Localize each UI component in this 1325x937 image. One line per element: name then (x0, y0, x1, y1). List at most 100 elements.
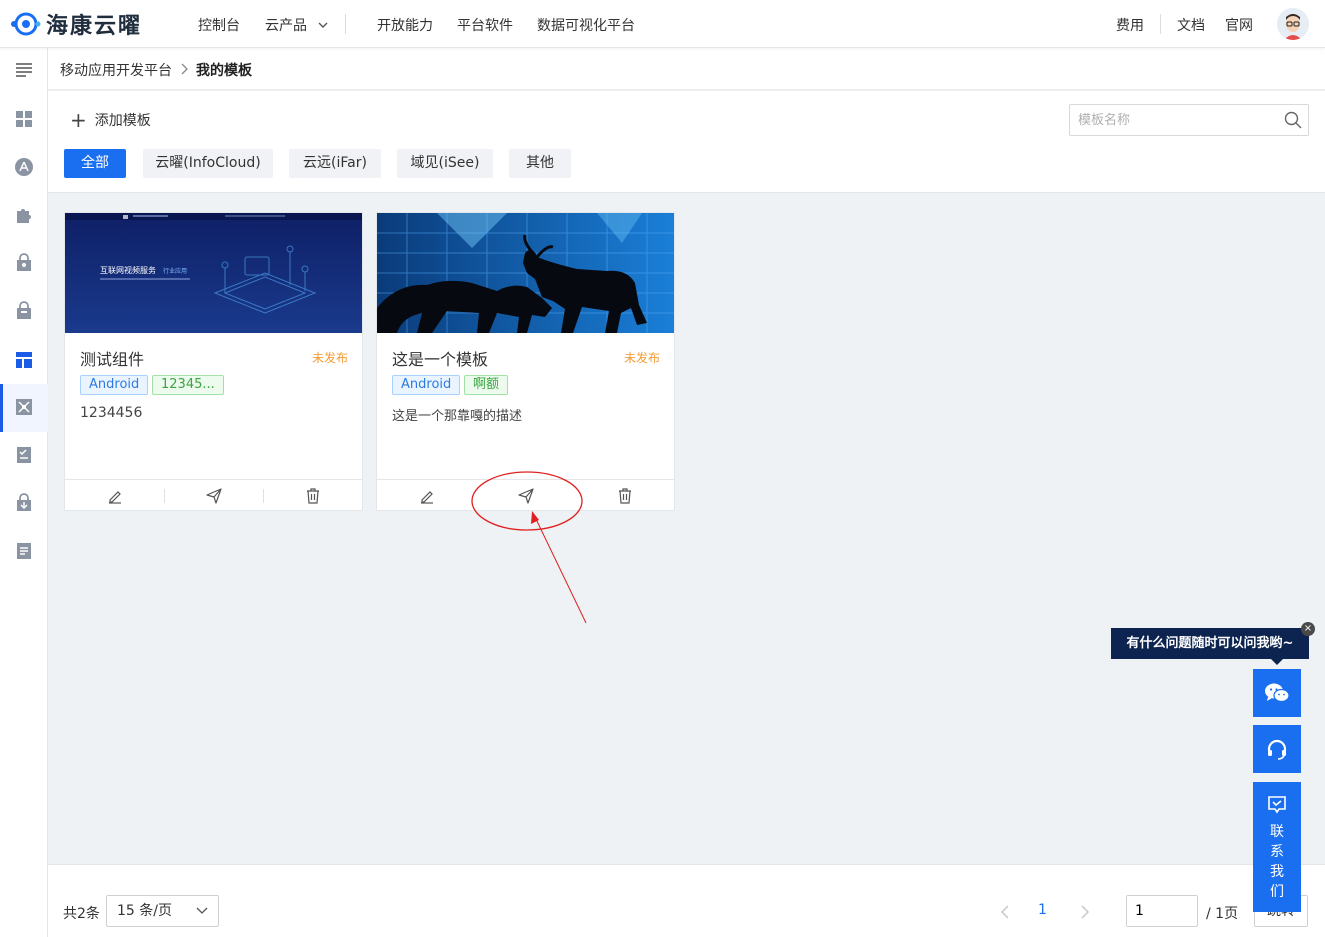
nav-cloud-products[interactable]: 云产品 (265, 15, 329, 35)
prev-page-icon[interactable] (1000, 905, 1010, 919)
nav-docs[interactable]: 文档 (1177, 15, 1205, 35)
search-box (1069, 104, 1309, 136)
contact-us-button[interactable]: 联 系 我 们 (1253, 782, 1301, 912)
category-tag: 啊额 (464, 375, 509, 395)
chevron-down-icon (196, 907, 208, 914)
filter-all[interactable]: 全部 (64, 149, 126, 178)
contact-char: 系 (1270, 844, 1284, 860)
category-tag: 12345... (152, 375, 224, 395)
component-icon[interactable] (14, 397, 34, 417)
thumb-headline: 互联网视频服务 (100, 265, 156, 275)
thumb-subline: 行业应用 (163, 267, 187, 275)
search-icon[interactable] (1284, 111, 1302, 129)
card-title: 这是一个模板 (392, 350, 489, 369)
sidebar (0, 48, 48, 937)
card-description: 1234456 (80, 405, 143, 421)
breadcrumb-current: 我的模板 (196, 63, 252, 79)
delete-button[interactable] (263, 480, 362, 511)
support-tooltip: 有什么问题随时可以问我哟~ (1111, 628, 1309, 659)
breadcrumb: 移动应用开发平台 我的模板 (48, 48, 1325, 90)
trash-icon (618, 487, 631, 504)
template-card[interactable]: 互联网视频服务 行业应用 测试组件 未发布 Android 12345... 1… (64, 212, 363, 511)
menu-toggle-icon[interactable] (14, 60, 34, 80)
next-page-icon[interactable] (1080, 905, 1090, 919)
edit-icon (108, 490, 121, 504)
plugin-icon[interactable] (14, 205, 34, 225)
pagination-bar: 共2条 15 条/页 1 / 1页 跳转 (48, 864, 1325, 937)
delete-button[interactable] (575, 480, 674, 511)
total-pages: / 1页 (1206, 906, 1239, 922)
nav-divider (1160, 14, 1161, 34)
wechat-button[interactable] (1253, 669, 1301, 717)
annotation-arrow-head (531, 511, 539, 524)
top-navbar: 海康云曜 控制台 云产品 开放能力 平台软件 数据可视化平台 费用 文档 官网 (0, 0, 1325, 48)
close-icon[interactable]: × (1301, 622, 1315, 636)
plus-icon: + (70, 108, 87, 132)
wechat-icon (1265, 683, 1290, 703)
card-description: 这是一个那靠嘎的描述 (392, 409, 523, 424)
edit-icon (420, 490, 433, 504)
toolbar: + 添加模板 全部 云曜(InfoCloud) 云远(iFar) 域见(iSee… (48, 91, 1325, 193)
edit-button[interactable] (377, 480, 476, 511)
card-actions (65, 479, 362, 510)
message-icon (1268, 796, 1286, 814)
page-number[interactable]: 1 (1038, 902, 1047, 918)
contact-char: 联 (1270, 824, 1284, 840)
app-store-icon[interactable] (14, 157, 34, 177)
filter-other[interactable]: 其他 (509, 149, 571, 178)
send-icon (517, 487, 534, 504)
publish-button[interactable] (476, 480, 575, 511)
send-icon (205, 487, 222, 504)
package-lock-icon[interactable] (14, 253, 34, 273)
page-size-value: 15 条/页 (117, 903, 172, 919)
status-badge: 未发布 (311, 351, 348, 365)
goto-page-input[interactable] (1127, 896, 1195, 926)
trash-icon (306, 487, 319, 504)
contact-char: 我 (1270, 864, 1284, 880)
checklist-icon[interactable] (14, 445, 34, 465)
headset-icon (1267, 739, 1287, 760)
document-icon[interactable] (14, 541, 34, 561)
template-card[interactable]: 这是一个模板 未发布 Android 啊额 这是一个那靠嘎的描述 (376, 212, 675, 511)
breadcrumb-parent[interactable]: 移动应用开发平台 (60, 60, 172, 80)
contact-char: 们 (1270, 884, 1284, 900)
platform-tag: Android (392, 375, 461, 395)
avatar-icon (1277, 8, 1309, 40)
nav-open-capabilities[interactable]: 开放能力 (377, 15, 433, 35)
edit-button[interactable] (65, 480, 164, 511)
template-thumbnail (377, 213, 674, 333)
publish-button[interactable] (164, 480, 263, 511)
filter-isee[interactable]: 域见(iSee) (397, 149, 493, 178)
download-icon[interactable] (14, 493, 34, 513)
nav-billing[interactable]: 费用 (1116, 15, 1144, 35)
package-icon[interactable] (14, 301, 34, 321)
add-template-button[interactable]: + 添加模板 (70, 110, 151, 130)
filter-infocloud[interactable]: 云曜(InfoCloud) (143, 149, 273, 178)
user-avatar[interactable] (1277, 8, 1309, 40)
status-badge: 未发布 (623, 351, 660, 365)
nav-official-site[interactable]: 官网 (1225, 15, 1253, 35)
total-count: 共2条 (63, 906, 100, 922)
nav-cloud-products-label: 云产品 (265, 18, 307, 34)
page-size-select[interactable]: 15 条/页 (106, 895, 219, 927)
filter-ifar[interactable]: 云远(iFar) (289, 149, 381, 178)
nav-divider (345, 14, 346, 34)
add-template-label: 添加模板 (94, 113, 151, 129)
brand-logo[interactable]: 海康云曜 (10, 10, 143, 39)
template-thumbnail: 互联网视频服务 行业应用 (65, 213, 362, 333)
card-title: 测试组件 (80, 350, 145, 369)
goto-page-box (1126, 895, 1198, 927)
template-icon[interactable] (14, 350, 34, 370)
annotation-arrow-line (534, 516, 587, 624)
nav-platform-software[interactable]: 平台软件 (457, 15, 513, 35)
customer-service-button[interactable] (1253, 725, 1301, 773)
nav-data-visualization[interactable]: 数据可视化平台 (537, 15, 635, 35)
chevron-down-icon (318, 22, 328, 28)
search-input[interactable] (1070, 105, 1270, 135)
platform-tag: Android (80, 375, 149, 395)
card-actions (377, 479, 674, 510)
contact-us-label: 联 系 我 们 (1253, 822, 1301, 902)
brand-name: 海康云曜 (46, 14, 143, 39)
dashboard-icon[interactable] (14, 109, 34, 129)
nav-console[interactable]: 控制台 (198, 15, 240, 35)
